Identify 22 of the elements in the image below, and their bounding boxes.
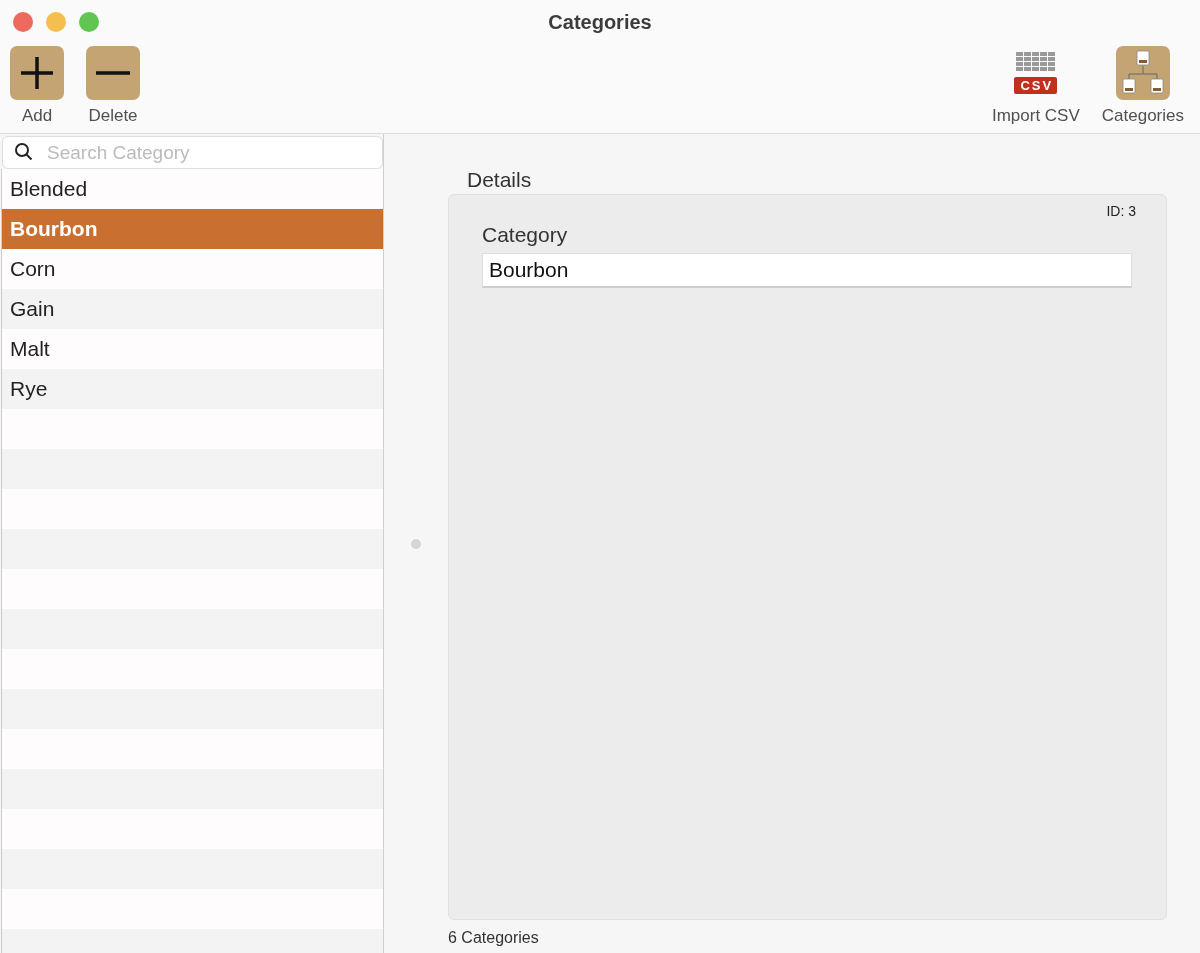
zoom-button[interactable] [79,12,99,32]
add-button[interactable]: Add [8,46,66,126]
field-label: Category [482,223,569,247]
section-heading: Details [466,168,533,193]
split-handle[interactable] [410,538,421,549]
glasses-hierarchy-icon [1115,46,1170,100]
categories-button[interactable]: Categories [1099,46,1186,126]
close-button[interactable] [13,12,33,32]
category-input-field[interactable]: Bourbon [482,253,1132,288]
status-text: 6 Categories [448,928,540,947]
plus-icon [10,46,64,100]
import-csv-button[interactable]: CSV Import CSV [989,46,1082,126]
category-list-item[interactable]: Gain [2,289,383,329]
category-list-item[interactable]: Rye [2,369,383,409]
delete-button[interactable]: Delete [84,46,142,126]
window-title: Categories [548,10,652,34]
id-label: ID: 3 [1106,203,1136,219]
search-icon [14,142,34,162]
minus-icon [86,46,140,100]
minimize-button[interactable] [46,12,66,32]
search-field[interactable]: Search Category [2,136,383,169]
category-list-item[interactable]: Bourbon [2,209,383,249]
